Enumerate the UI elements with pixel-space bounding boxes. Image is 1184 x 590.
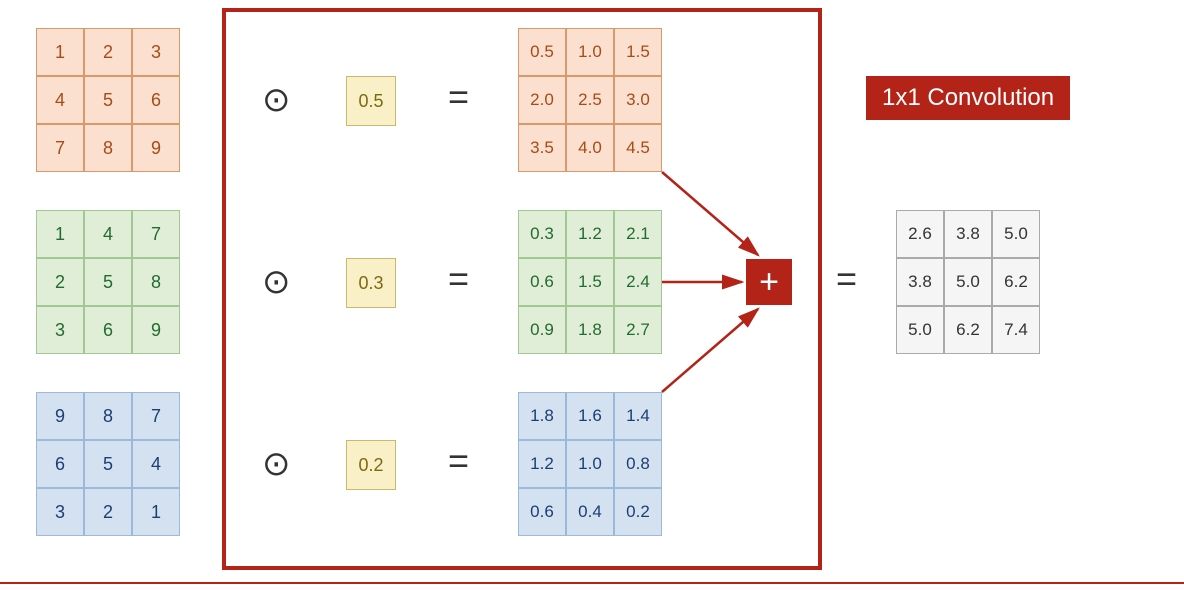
cell: 2.5 <box>566 76 614 124</box>
cell: 3.8 <box>896 258 944 306</box>
cell: 6 <box>36 440 84 488</box>
cell: 9 <box>132 306 180 354</box>
title-label: 1x1 Convolution <box>866 76 1070 120</box>
plus-glyph: + <box>759 265 779 299</box>
result-grid-0: 0.5 1.0 1.5 2.0 2.5 3.0 3.5 4.0 4.5 <box>518 28 662 172</box>
cell: 1.5 <box>566 258 614 306</box>
cell: 6.2 <box>944 306 992 354</box>
cell: 8 <box>84 124 132 172</box>
cell: 2.4 <box>614 258 662 306</box>
cell: 1.2 <box>566 210 614 258</box>
cell: 2 <box>84 28 132 76</box>
cell: 0.4 <box>566 488 614 536</box>
cell: 1 <box>36 210 84 258</box>
cell: 3 <box>36 306 84 354</box>
cell: 7 <box>36 124 84 172</box>
cell: 3.8 <box>944 210 992 258</box>
sum-icon: + <box>746 259 792 305</box>
cell: 8 <box>84 392 132 440</box>
cell: 4.0 <box>566 124 614 172</box>
cell: 5 <box>84 440 132 488</box>
cell: 1.0 <box>566 440 614 488</box>
eq-op-1: = <box>448 258 469 300</box>
title-text: 1x1 Convolution <box>882 84 1054 111</box>
output-grid: 2.6 3.8 5.0 3.8 5.0 6.2 5.0 6.2 7.4 <box>896 210 1040 354</box>
cell: 7.4 <box>992 306 1040 354</box>
cell: 4.5 <box>614 124 662 172</box>
cell: 7 <box>132 392 180 440</box>
cell: 9 <box>132 124 180 172</box>
cell: 5.0 <box>992 210 1040 258</box>
cell: 8 <box>132 258 180 306</box>
times-op-0: ⊙ <box>262 80 291 120</box>
cell: 3.0 <box>614 76 662 124</box>
result-grid-2: 1.8 1.6 1.4 1.2 1.0 0.8 0.6 0.4 0.2 <box>518 392 662 536</box>
cell: 0.9 <box>518 306 566 354</box>
eq-op-out: = <box>836 258 857 300</box>
cell: 1.2 <box>518 440 566 488</box>
cell: 1 <box>132 488 180 536</box>
cell: 5 <box>84 76 132 124</box>
result-grid-1: 0.3 1.2 2.1 0.6 1.5 2.4 0.9 1.8 2.7 <box>518 210 662 354</box>
cell: 6 <box>132 76 180 124</box>
cell: 0.2 <box>614 488 662 536</box>
kernel-2: 0.2 <box>346 440 396 490</box>
cell: 0.6 <box>518 258 566 306</box>
times-op-2: ⊙ <box>262 444 291 484</box>
cell: 0.6 <box>518 488 566 536</box>
cell: 3 <box>132 28 180 76</box>
cell: 1.8 <box>518 392 566 440</box>
cell: 2 <box>84 488 132 536</box>
cell: 2.1 <box>614 210 662 258</box>
cell: 4 <box>36 76 84 124</box>
cell: 3.5 <box>518 124 566 172</box>
cell: 7 <box>132 210 180 258</box>
cell: 4 <box>84 210 132 258</box>
cell: 5.0 <box>944 258 992 306</box>
cell: 1.0 <box>566 28 614 76</box>
input-grid-2: 9 8 7 6 5 4 3 2 1 <box>36 392 180 536</box>
eq-op-0: = <box>448 76 469 118</box>
times-op-1: ⊙ <box>262 262 291 302</box>
cell: 9 <box>36 392 84 440</box>
cell: 2.6 <box>896 210 944 258</box>
cell: 1.8 <box>566 306 614 354</box>
cell: 3 <box>36 488 84 536</box>
footer-rule <box>0 582 1184 584</box>
cell: 6 <box>84 306 132 354</box>
cell: 5.0 <box>896 306 944 354</box>
cell: 1 <box>36 28 84 76</box>
kernel-0: 0.5 <box>346 76 396 126</box>
cell: 1.4 <box>614 392 662 440</box>
cell: 0.5 <box>518 28 566 76</box>
cell: 2.0 <box>518 76 566 124</box>
cell: 1.6 <box>566 392 614 440</box>
cell: 2.7 <box>614 306 662 354</box>
input-grid-0: 1 2 3 4 5 6 7 8 9 <box>36 28 180 172</box>
cell: 6.2 <box>992 258 1040 306</box>
cell: 1.5 <box>614 28 662 76</box>
cell: 2 <box>36 258 84 306</box>
diagram-canvas: 1x1 Convolution 1 2 3 4 5 6 7 8 9 ⊙ 0.5 … <box>0 0 1184 590</box>
eq-op-2: = <box>448 440 469 482</box>
cell: 0.8 <box>614 440 662 488</box>
input-grid-1: 1 4 7 2 5 8 3 6 9 <box>36 210 180 354</box>
cell: 4 <box>132 440 180 488</box>
cell: 5 <box>84 258 132 306</box>
cell: 0.3 <box>518 210 566 258</box>
kernel-1: 0.3 <box>346 258 396 308</box>
